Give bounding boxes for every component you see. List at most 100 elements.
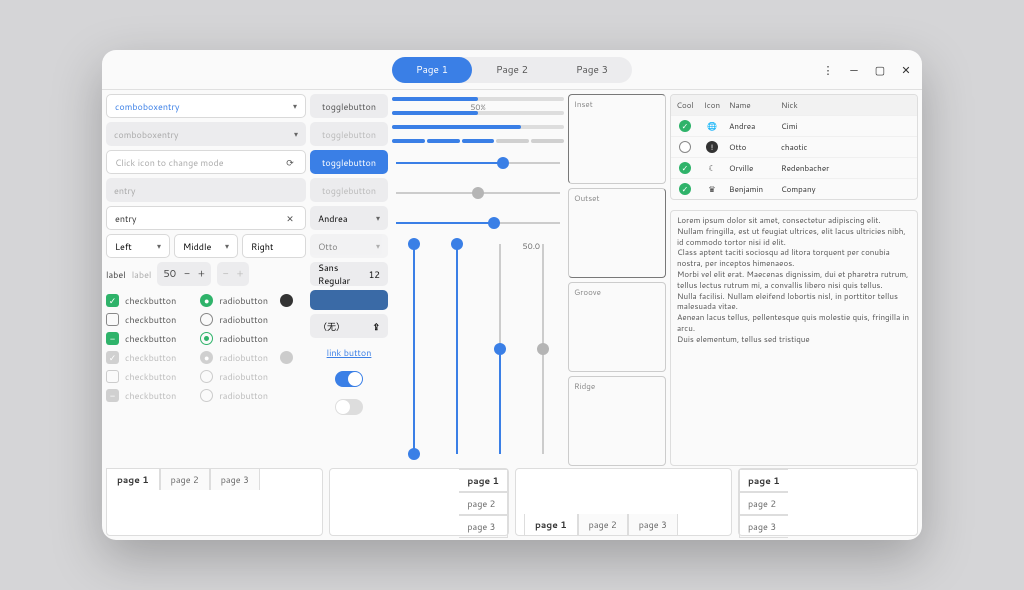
nb-bottom-tab-3[interactable]: page 3 bbox=[628, 514, 678, 536]
treeview[interactable]: Cool Icon Name Nick ✓ 🌐 Andrea Cimi ! bbox=[670, 94, 918, 200]
split-left[interactable]: Left ▾ bbox=[106, 234, 170, 258]
chevron-down-icon: ▾ bbox=[293, 100, 297, 112]
check-label: checkbutton bbox=[125, 389, 176, 402]
radio-off-icon bbox=[200, 313, 213, 326]
spin-value: 50 bbox=[163, 267, 176, 281]
text-p: Duis elementum, tellus sed tristique bbox=[677, 333, 810, 345]
table-row[interactable]: ✓ ☾ Orville Redenbacher bbox=[671, 157, 917, 178]
table-row[interactable]: ! Otto chaotic bbox=[671, 136, 917, 157]
text-p: Aenean lacus tellus, pellentesque quis m… bbox=[677, 311, 909, 334]
col-name[interactable]: Name bbox=[725, 95, 777, 115]
combo-otto-disabled: Otto▾ bbox=[310, 234, 388, 258]
font-size: 12 bbox=[369, 268, 380, 281]
minimize-button[interactable]: — bbox=[846, 62, 862, 78]
globe-icon: 🌐 bbox=[707, 120, 717, 132]
entry-disabled: entry bbox=[106, 178, 306, 202]
nb-right-tab-1[interactable]: page 1 bbox=[459, 469, 508, 492]
nb-left-tab-2[interactable]: page 2 bbox=[739, 492, 788, 515]
minus-icon: − bbox=[223, 267, 229, 281]
switch-off[interactable] bbox=[335, 399, 363, 415]
minus-icon[interactable]: − bbox=[184, 267, 190, 281]
togglebutton-4-disabled: togglebutton bbox=[310, 178, 388, 202]
widget-grid: comboboxentry ▾ comboboxentry ▾ Click ic… bbox=[102, 90, 922, 468]
color-button[interactable] bbox=[310, 290, 388, 310]
plus-icon[interactable]: + bbox=[198, 267, 205, 281]
upload-icon: ⇪ bbox=[372, 320, 380, 333]
togglebutton-1[interactable]: togglebutton bbox=[310, 94, 388, 118]
combo-andrea[interactable]: Andrea▾ bbox=[310, 206, 388, 230]
entry-value: entry bbox=[115, 212, 137, 225]
nb-bottom-tab-2[interactable]: page 2 bbox=[578, 514, 628, 536]
switch-on[interactable] bbox=[335, 371, 363, 387]
kebab-menu-icon[interactable]: ⋮ bbox=[820, 62, 836, 78]
app-window: Page 1 Page 2 Page 3 ⋮ — ▢ ✕ comboboxent… bbox=[102, 50, 922, 540]
textview[interactable]: Lorem ipsum dolor sit amet, consectetur … bbox=[670, 210, 918, 466]
vscale-3[interactable] bbox=[499, 244, 501, 454]
col-icon[interactable]: Icon bbox=[699, 95, 725, 115]
link-button[interactable]: link button bbox=[310, 342, 388, 363]
close-button[interactable]: ✕ bbox=[898, 62, 914, 78]
check-icon: ✓ bbox=[679, 120, 691, 132]
content-area: comboboxentry ▾ comboboxentry ▾ Click ic… bbox=[102, 90, 922, 540]
chevron-down-icon: ▾ bbox=[157, 240, 161, 252]
cell-nick: Company bbox=[777, 179, 917, 199]
col-cool[interactable]: Cool bbox=[671, 95, 699, 115]
radiobutton-mixed[interactable]: radiobutton bbox=[200, 332, 293, 345]
clear-icon[interactable]: ✕ bbox=[283, 211, 297, 225]
nb-top-tab-1[interactable]: page 1 bbox=[106, 468, 160, 490]
radio-label: radiobutton bbox=[219, 351, 268, 364]
tab-page-2[interactable]: Page 2 bbox=[472, 57, 552, 83]
nb-top-tab-3[interactable]: page 3 bbox=[210, 468, 260, 490]
togglebutton-active[interactable]: togglebutton bbox=[310, 150, 388, 174]
radio-on-icon: ● bbox=[200, 351, 213, 364]
font-button[interactable]: Sans Regular12 bbox=[310, 262, 388, 286]
hscale-3-marks[interactable] bbox=[396, 222, 560, 224]
radiobutton-off[interactable]: radiobutton bbox=[200, 313, 293, 326]
nb-left-tab-3[interactable]: page 3 bbox=[739, 515, 788, 538]
tab-page-1[interactable]: Page 1 bbox=[392, 57, 472, 83]
split-right[interactable]: Right bbox=[242, 234, 306, 258]
entry-clearable[interactable]: entry ✕ bbox=[106, 206, 306, 230]
spinbutton[interactable]: 50 − + bbox=[157, 262, 210, 286]
text-p: Morbi vel elit erat. Maecenas dignissim,… bbox=[677, 268, 908, 291]
table-row[interactable]: ✓ ♛ Benjamin Company bbox=[671, 178, 917, 199]
icon-entry[interactable]: Click icon to change mode ⟳ bbox=[106, 150, 306, 174]
radiobutton-on[interactable]: ●radiobutton bbox=[200, 294, 293, 307]
split-middle[interactable]: Middle▾ bbox=[174, 234, 238, 258]
check-icon bbox=[679, 141, 691, 153]
check-label: checkbutton bbox=[125, 351, 176, 364]
col-nick[interactable]: Nick bbox=[777, 95, 917, 115]
file-chooser-button[interactable]: （无） ⇪ bbox=[310, 314, 388, 338]
togglebutton-2-disabled: togglebutton bbox=[310, 122, 388, 146]
comboboxentry-text: comboboxentry bbox=[115, 100, 180, 113]
radiobutton-mixed-disabled: radiobutton bbox=[200, 389, 293, 402]
comboboxentry-active[interactable]: comboboxentry ▾ bbox=[106, 94, 306, 118]
radiobutton-off-disabled: radiobutton bbox=[200, 370, 293, 383]
nb-right-tab-3[interactable]: page 3 bbox=[459, 515, 508, 538]
checkbutton-checked[interactable]: ✓checkbutton bbox=[106, 294, 176, 307]
tab-page-3[interactable]: Page 3 bbox=[552, 57, 632, 83]
column-data: Cool Icon Name Nick ✓ 🌐 Andrea Cimi ! bbox=[670, 94, 918, 466]
text-p: Class aptent taciti sociosqu ad litora t… bbox=[677, 246, 890, 269]
font-name: Sans Regular bbox=[318, 261, 369, 287]
notebook-tabs-left: page 1 page 2 page 3 bbox=[738, 468, 918, 536]
hscale-1[interactable] bbox=[396, 162, 560, 164]
text-p: Nullam fringilla, est ut feugiat ultrice… bbox=[677, 225, 906, 248]
table-row[interactable]: ✓ 🌐 Andrea Cimi bbox=[671, 115, 917, 136]
checkbutton-mixed[interactable]: −checkbutton bbox=[106, 332, 176, 345]
nb-top-tab-2[interactable]: page 2 bbox=[160, 468, 210, 490]
nb-bottom-tab-1[interactable]: page 1 bbox=[524, 514, 578, 536]
nb-right-tab-2[interactable]: page 2 bbox=[459, 492, 508, 515]
chevron-down-icon: ▾ bbox=[294, 128, 298, 140]
levelbar bbox=[392, 139, 564, 143]
file-none-label: （无） bbox=[318, 320, 345, 333]
vscale-1[interactable] bbox=[413, 244, 415, 454]
maximize-button[interactable]: ▢ bbox=[872, 62, 888, 78]
vscale-2[interactable] bbox=[456, 244, 458, 454]
refresh-icon[interactable]: ⟳ bbox=[283, 155, 297, 169]
checkbutton-unchecked[interactable]: checkbutton bbox=[106, 313, 176, 326]
check-icon: ✓ bbox=[679, 183, 691, 195]
split-left-label: Left bbox=[115, 240, 132, 253]
nb-left-tab-1[interactable]: page 1 bbox=[739, 469, 788, 492]
comboboxentry-disabled: comboboxentry ▾ bbox=[106, 122, 306, 146]
